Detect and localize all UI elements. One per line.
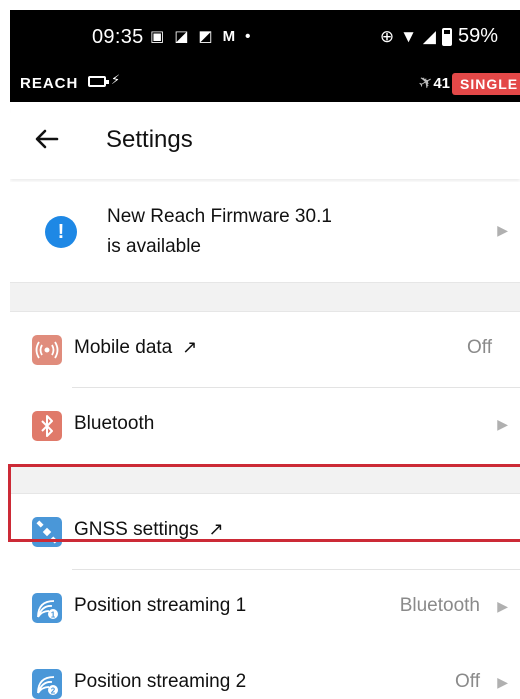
wifi-icon: ▼ — [400, 26, 417, 46]
battery-percent: 59% — [457, 25, 498, 47]
cell-signal-icon: ◢ — [422, 26, 436, 46]
solution-status-badge: SINGLE — [452, 73, 520, 95]
gmail-icon: M — [222, 28, 236, 45]
info-icon: ! — [45, 216, 77, 248]
setting-label: Position streaming 1 — [74, 595, 247, 616]
setting-row-position-streaming-1[interactable]: 1 Position streaming 1 Bluetooth ▶ — [10, 570, 520, 646]
teams-icon: ▣ — [150, 28, 165, 45]
svg-text:1: 1 — [51, 611, 56, 620]
setting-value: Off — [467, 337, 492, 358]
setting-label: Bluetooth — [74, 413, 155, 434]
chevron-right-icon: ▶ — [497, 222, 508, 238]
data-saver-icon: ⊕ — [379, 26, 395, 46]
setting-row-mobile-data[interactable]: Mobile data ↗ Off — [10, 312, 520, 388]
device-status-bar: REACH ⚡ ✈ 41 SINGLE — [10, 66, 520, 102]
stream-2-icon: 2 — [32, 669, 62, 699]
battery-icon — [441, 27, 452, 46]
setting-value: Bluetooth — [399, 595, 480, 616]
back-button[interactable] — [32, 124, 62, 154]
toolbar: Settings — [10, 102, 520, 179]
settings-sheet: Settings ! New Reach Firmware 30.1 is av… — [10, 102, 520, 699]
stream-1-icon: 1 — [32, 593, 62, 623]
dot-icon: • — [245, 28, 251, 45]
chevron-right-icon: ▶ — [497, 416, 508, 432]
chevron-right-icon: ▶ — [497, 598, 508, 614]
office-icon: ◩ — [198, 28, 213, 45]
status-time: 09:35 — [92, 26, 144, 48]
satellite-count: 41 — [433, 75, 450, 92]
charging-icon: ⚡ — [111, 72, 121, 87]
firmware-line-2: is available — [107, 236, 201, 257]
external-link-icon: ↗ — [182, 337, 198, 357]
highlight-box — [8, 464, 520, 542]
firmware-line-1: New Reach Firmware 30.1 — [107, 206, 332, 227]
setting-value: Off — [455, 671, 480, 692]
firmware-update-row[interactable]: ! New Reach Firmware 30.1 is available ▶ — [10, 182, 520, 282]
chevron-right-icon: ▶ — [497, 674, 508, 690]
setting-label: Position streaming 2 — [74, 671, 247, 692]
svg-text:2: 2 — [51, 687, 56, 696]
page-title: Settings — [106, 126, 193, 153]
top-edge — [0, 0, 520, 10]
section-divider — [10, 282, 520, 312]
status-bar: 09:35 ▣ ◪ ◩ M • ⊕ ▼ ◢ 59% — [10, 10, 520, 66]
system-indicators: ⊕ ▼ ◢ 59% — [380, 25, 498, 48]
setting-row-bluetooth[interactable]: Bluetooth ▶ — [10, 388, 520, 464]
antenna-icon — [32, 335, 62, 365]
setting-label: Mobile data ↗ — [74, 337, 198, 358]
bluetooth-icon — [32, 411, 62, 441]
setting-row-position-streaming-2[interactable]: 2 Position streaming 2 Off ▶ — [10, 646, 520, 699]
notification-icons: ▣ ◪ ◩ M • — [150, 27, 250, 47]
back-arrow-icon — [35, 129, 59, 149]
device-name: REACH — [20, 75, 79, 92]
outlook-icon: ◪ — [174, 28, 189, 45]
device-battery-icon — [88, 76, 109, 87]
firmware-message: New Reach Firmware 30.1 is available — [107, 202, 332, 262]
